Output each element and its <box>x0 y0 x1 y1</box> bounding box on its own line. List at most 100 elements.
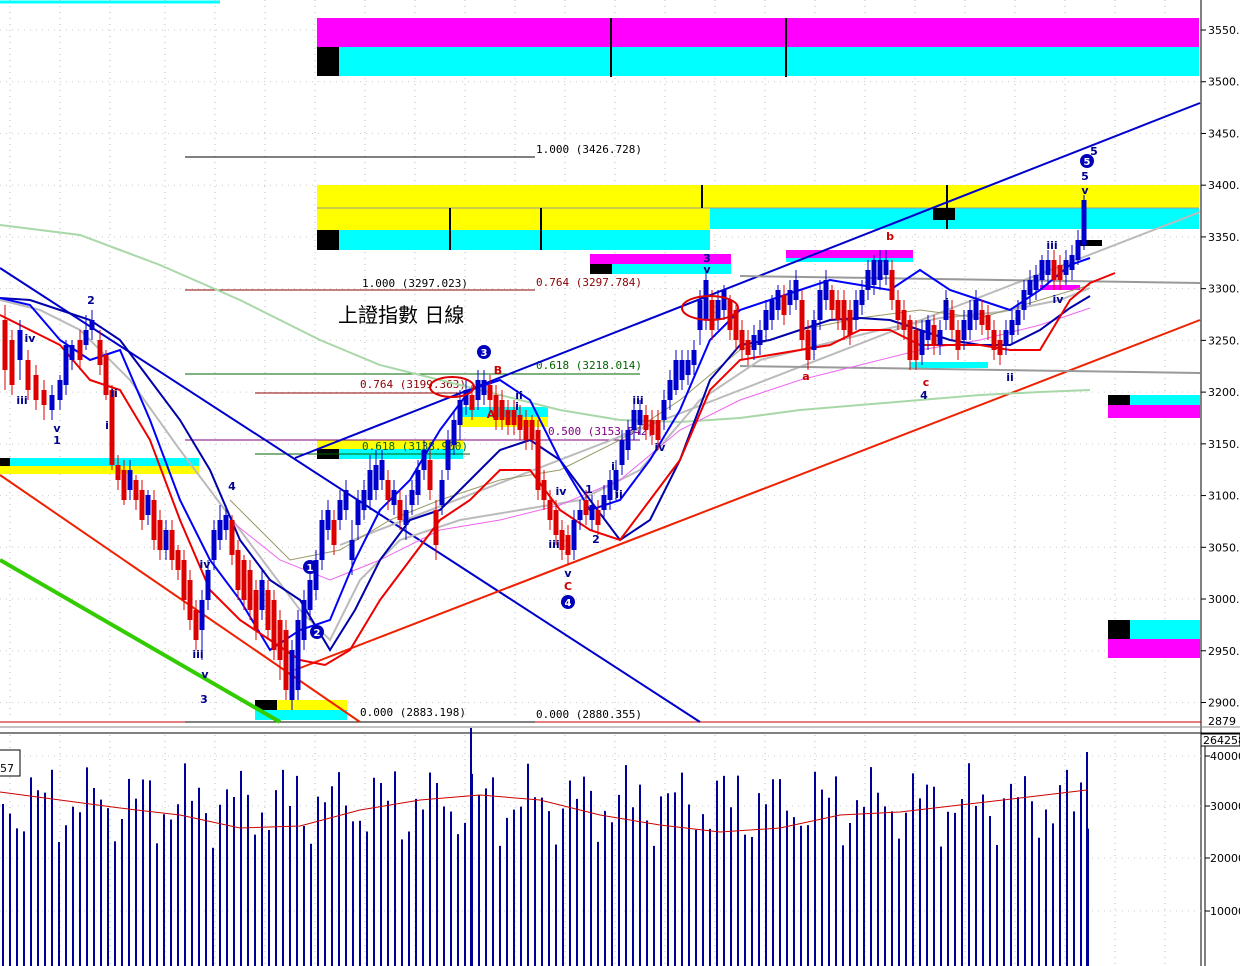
candle-body <box>769 300 775 320</box>
candle-body <box>469 395 475 410</box>
candle-body <box>445 440 451 470</box>
candle-body <box>457 400 463 425</box>
fib-label: 0.000 (2880.355) <box>536 708 642 721</box>
candle-body <box>781 295 787 315</box>
wave-label: i <box>611 460 615 473</box>
fib-label: 0.000 (2883.198) <box>360 706 466 719</box>
wave-label: iv <box>655 441 667 454</box>
trend-line-blue-down <box>0 267 701 723</box>
price-tick-label: 3350. <box>1208 231 1240 244</box>
candle-body <box>1081 200 1087 245</box>
candle-body <box>193 610 199 640</box>
candle-body <box>331 520 337 545</box>
price-tick-label: 3150. <box>1208 438 1240 451</box>
candle-body <box>607 480 613 500</box>
zone-yellow-a <box>317 185 1199 208</box>
wave-label: i <box>105 419 109 432</box>
candle-body <box>337 500 343 520</box>
wave-label: i <box>945 296 949 309</box>
candle-body <box>49 395 55 410</box>
zone-magenta-j <box>1108 405 1200 418</box>
candle-body <box>361 490 367 510</box>
candle-body <box>103 355 109 395</box>
wave-label: v <box>201 668 209 681</box>
candle-body <box>541 480 547 500</box>
wave-circle-number: 5 <box>1084 157 1091 168</box>
candle-body <box>847 310 853 335</box>
price-tick-label: 3400. <box>1208 179 1240 192</box>
candle-body <box>619 440 625 465</box>
candle-body <box>217 520 223 540</box>
candle-body <box>139 490 145 520</box>
candle-body <box>77 340 83 360</box>
candle-body <box>241 560 247 600</box>
wave-label: v <box>1081 184 1089 197</box>
candle-body <box>979 310 985 325</box>
candle-body <box>919 330 925 355</box>
candle-body <box>205 570 211 600</box>
range-line-top <box>739 275 1201 284</box>
candle-body <box>589 505 595 520</box>
candle-body <box>391 490 397 505</box>
candle-body <box>787 290 793 305</box>
candle-body <box>271 600 277 650</box>
price-tick-label: 3000. <box>1208 593 1240 606</box>
candle-body <box>433 510 439 545</box>
candle-body <box>871 260 877 285</box>
candle-body <box>793 280 799 300</box>
candle-body <box>583 500 589 515</box>
candle-body <box>439 480 445 505</box>
fib-label: 1.000 (3426.728) <box>536 143 642 156</box>
wave-label: 4 <box>228 480 236 493</box>
wave-label: iii <box>632 394 643 407</box>
candle-body <box>175 550 181 570</box>
candle-body <box>325 510 331 530</box>
zone-cyan-c <box>317 230 710 250</box>
wave-circle-number: 3 <box>481 348 488 359</box>
candle-body <box>151 500 157 540</box>
price-tick-label: 2879 <box>1208 715 1236 728</box>
zone-black-top <box>317 47 339 76</box>
fib-label: 0.500 (3153.542) <box>548 425 654 438</box>
candle-body <box>775 290 781 310</box>
candle-body <box>913 330 919 360</box>
candle-body <box>859 290 865 305</box>
candle-body <box>343 490 349 510</box>
wave-label: v <box>703 263 711 276</box>
candle-body <box>535 430 541 490</box>
candle-body <box>89 320 95 330</box>
candle-body <box>115 465 121 480</box>
candle-body <box>1063 260 1069 275</box>
zone-black-j <box>1108 395 1130 405</box>
candle-body <box>373 465 379 490</box>
wave-label: iii <box>548 538 559 551</box>
price-tick-label: 3300. <box>1208 283 1240 296</box>
candle-body <box>397 500 403 520</box>
wave-label: B <box>494 364 502 377</box>
candle-body <box>499 400 505 420</box>
candle-body <box>991 330 997 350</box>
candle-body <box>757 330 763 345</box>
price-tick-label: 3100. <box>1208 490 1240 503</box>
candle-body <box>931 325 937 345</box>
candle-body <box>229 520 235 555</box>
candle-body <box>9 340 15 385</box>
candle-body <box>97 340 103 365</box>
wave-label: 4 <box>920 389 928 402</box>
candle-body <box>247 570 253 610</box>
candle-body <box>277 620 283 660</box>
candle-body <box>211 530 217 560</box>
candle-body <box>1009 320 1015 335</box>
candle-body <box>949 310 955 330</box>
candle-body <box>895 300 901 320</box>
candle-body <box>853 300 859 320</box>
candle-body <box>181 560 187 600</box>
candle-body <box>145 495 151 515</box>
candle-body <box>655 420 661 440</box>
candle-body <box>649 420 655 435</box>
zone-black-d <box>933 208 955 220</box>
candle-body <box>121 470 127 500</box>
candle-body <box>349 540 355 560</box>
candle-body <box>961 320 967 340</box>
candle-body <box>157 520 163 550</box>
